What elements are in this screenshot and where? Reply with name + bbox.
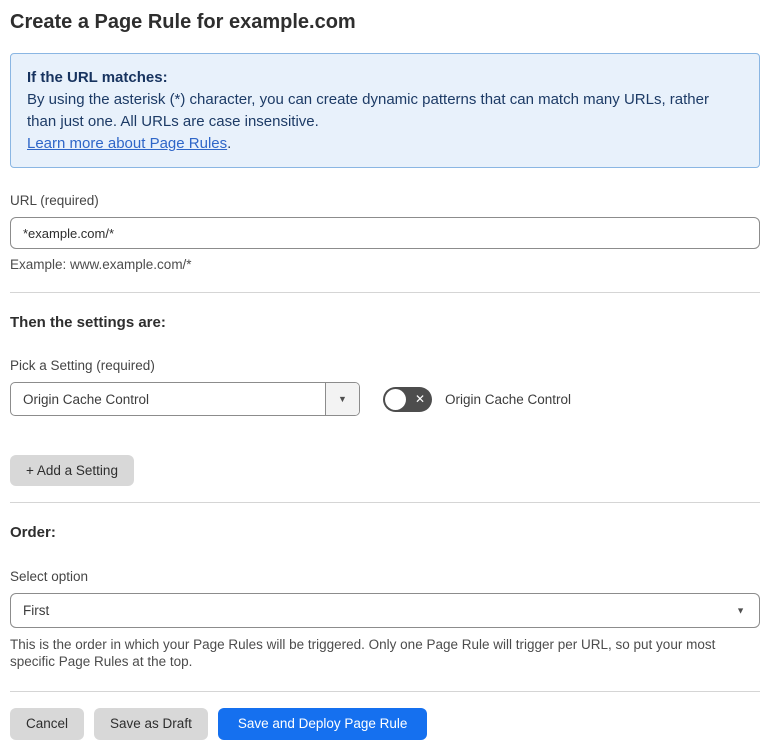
section-divider <box>10 502 760 503</box>
setting-picker-label: Pick a Setting (required) <box>10 358 155 373</box>
order-select-label: Select option <box>10 569 89 584</box>
chevron-down-icon: ▼ <box>338 393 347 404</box>
order-section-heading: Order: <box>10 524 56 541</box>
setting-select-arrow-button[interactable]: ▼ <box>325 383 359 415</box>
add-setting-button[interactable]: + Add a Setting <box>10 455 134 486</box>
learn-more-link[interactable]: Learn more about Page Rules <box>27 135 227 152</box>
origin-cache-control-toggle[interactable]: ✕ <box>383 386 432 412</box>
url-input[interactable] <box>10 217 760 249</box>
setting-select-value: Origin Cache Control <box>23 391 150 407</box>
info-box-body: By using the asterisk (*) character, you… <box>27 91 709 130</box>
url-field-label: URL (required) <box>10 193 99 208</box>
page-title: Create a Page Rule for example.com <box>10 11 356 33</box>
info-box-heading: If the URL matches: <box>27 69 168 86</box>
toggle-group: ✕ Origin Cache Control <box>383 386 572 412</box>
settings-section-heading: Then the settings are: <box>10 314 166 331</box>
toggle-off-icon: ✕ <box>414 392 425 406</box>
order-select-value: First <box>23 603 50 618</box>
footer-actions: Cancel Save as Draft Save and Deploy Pag… <box>10 708 760 740</box>
info-box-link-line: Learn more about Page Rules. <box>27 133 743 155</box>
setting-select[interactable]: Origin Cache Control ▼ <box>10 382 360 416</box>
save-and-deploy-button[interactable]: Save and Deploy Page Rule <box>217 708 428 740</box>
footer-divider <box>10 691 760 692</box>
link-suffix: . <box>227 135 232 152</box>
toggle-label: Origin Cache Control <box>445 391 572 407</box>
save-as-draft-button[interactable]: Save as Draft <box>94 708 208 740</box>
chevron-down-icon: ▼ <box>736 605 745 615</box>
order-help-text: This is the order in which your Page Rul… <box>10 637 716 669</box>
toggle-knob <box>385 388 406 410</box>
page-rule-form: Create a Page Rule for example.com If th… <box>0 0 770 740</box>
url-match-info-box: If the URL matches: By using the asteris… <box>10 53 760 168</box>
url-example-text: Example: www.example.com/* <box>10 257 192 272</box>
order-select[interactable]: First ▼ <box>10 593 760 628</box>
setting-row: Origin Cache Control ▼ ✕ Origin Cache Co… <box>10 382 760 416</box>
cancel-button[interactable]: Cancel <box>10 708 85 740</box>
section-divider <box>10 292 760 293</box>
